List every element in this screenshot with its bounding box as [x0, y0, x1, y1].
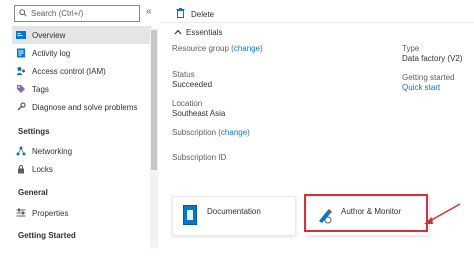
nav-general: General Properties	[12, 183, 152, 222]
sidebar-item-label: Overview	[32, 30, 66, 40]
nav-settings: Settings Networking Locks	[12, 122, 152, 178]
sidebar-item-label: Tags	[32, 84, 49, 94]
trash-icon	[176, 8, 185, 20]
section-heading-settings: Settings	[18, 126, 50, 136]
subscription-id-row: Subscription ID	[172, 153, 312, 163]
sidebar-item-label: Access control (IAM)	[32, 66, 106, 76]
status-row: Status Succeeded	[172, 70, 312, 90]
section-heading-general: General	[18, 187, 48, 197]
sidebar-item-label: Networking	[32, 146, 73, 156]
activity-log-icon	[16, 48, 26, 58]
sidebar: « Overview Activity log Access control (…	[0, 0, 160, 264]
documentation-label: Documentation	[207, 207, 261, 216]
location-row: Location Southeast Asia	[172, 99, 312, 119]
sidebar-item-overview[interactable]: Overview	[12, 26, 152, 44]
lock-icon	[16, 164, 26, 174]
sidebar-item-tags[interactable]: Tags	[12, 80, 152, 98]
toolbar-divider	[160, 22, 474, 23]
red-arrow-icon	[420, 202, 462, 230]
collapse-sidebar-button[interactable]: «	[146, 6, 152, 17]
nav-getting-started: Getting Started	[12, 226, 152, 244]
documentation-icon	[183, 205, 197, 225]
sidebar-scrollbar-thumb[interactable]	[151, 30, 157, 170]
getting-started-label: Getting started	[402, 73, 455, 82]
sidebar-item-access-control[interactable]: Access control (IAM)	[12, 62, 152, 80]
quick-start-link[interactable]: Quick start	[402, 83, 474, 93]
network-icon	[16, 146, 26, 156]
sidebar-item-label: Locks	[32, 164, 53, 174]
delete-label: Delete	[191, 9, 215, 19]
sidebar-item-label: Diagnose and solve problems	[32, 102, 138, 112]
essentials-heading: Essentials	[186, 28, 223, 37]
resource-group-label: Resource group (change)	[172, 44, 263, 53]
location-value: Southeast Asia	[172, 109, 226, 118]
toolbar: Delete	[176, 8, 214, 20]
delete-button[interactable]: Delete	[176, 8, 214, 20]
type-label: Type	[402, 44, 420, 53]
resource-group-row: Resource group (change)	[172, 44, 312, 54]
search-box[interactable]	[14, 5, 140, 22]
resource-group-change-link[interactable]: change	[234, 44, 260, 53]
sidebar-item-networking[interactable]: Networking	[12, 142, 152, 160]
sidebar-item-properties[interactable]: Properties	[12, 204, 152, 222]
wrench-icon	[16, 102, 26, 112]
nav-main: Overview Activity log Access control (IA…	[12, 26, 152, 116]
properties-icon	[16, 208, 26, 218]
essentials-right-column: Type Data factory (V2) Getting started Q…	[402, 44, 474, 102]
essentials-toggle[interactable]: Essentials	[174, 28, 222, 37]
subscription-id-label: Subscription ID	[172, 153, 227, 162]
type-row: Type Data factory (V2)	[402, 44, 474, 64]
overview-icon	[16, 30, 26, 40]
chevron-up-icon	[174, 28, 182, 37]
section-heading-getting-started: Getting Started	[18, 230, 76, 240]
type-value: Data factory (V2)	[402, 54, 463, 63]
subscription-row: Subscription (change)	[172, 128, 312, 138]
highlight-box	[304, 194, 428, 232]
location-label: Location	[172, 99, 203, 108]
sidebar-item-diagnose[interactable]: Diagnose and solve problems	[12, 98, 152, 116]
tag-icon	[16, 84, 26, 94]
status-label: Status	[172, 70, 195, 79]
sidebar-item-label: Activity log	[32, 48, 71, 58]
sidebar-item-locks[interactable]: Locks	[12, 160, 152, 178]
search-input[interactable]	[31, 9, 131, 18]
sidebar-item-label: Properties	[32, 208, 69, 218]
sidebar-item-activity-log[interactable]: Activity log	[12, 44, 152, 62]
documentation-card[interactable]: Documentation	[172, 196, 296, 236]
essentials-left-column: Resource group (change) Status Succeeded…	[172, 44, 312, 172]
subscription-change-link[interactable]: change	[221, 128, 247, 137]
getting-started-row: Getting started Quick start	[402, 73, 474, 93]
iam-icon	[16, 66, 26, 76]
status-value: Succeeded	[172, 80, 213, 89]
subscription-label: Subscription (change)	[172, 128, 250, 137]
main-content: Delete Essentials Resource group (change…	[160, 0, 474, 264]
search-icon	[19, 8, 27, 19]
